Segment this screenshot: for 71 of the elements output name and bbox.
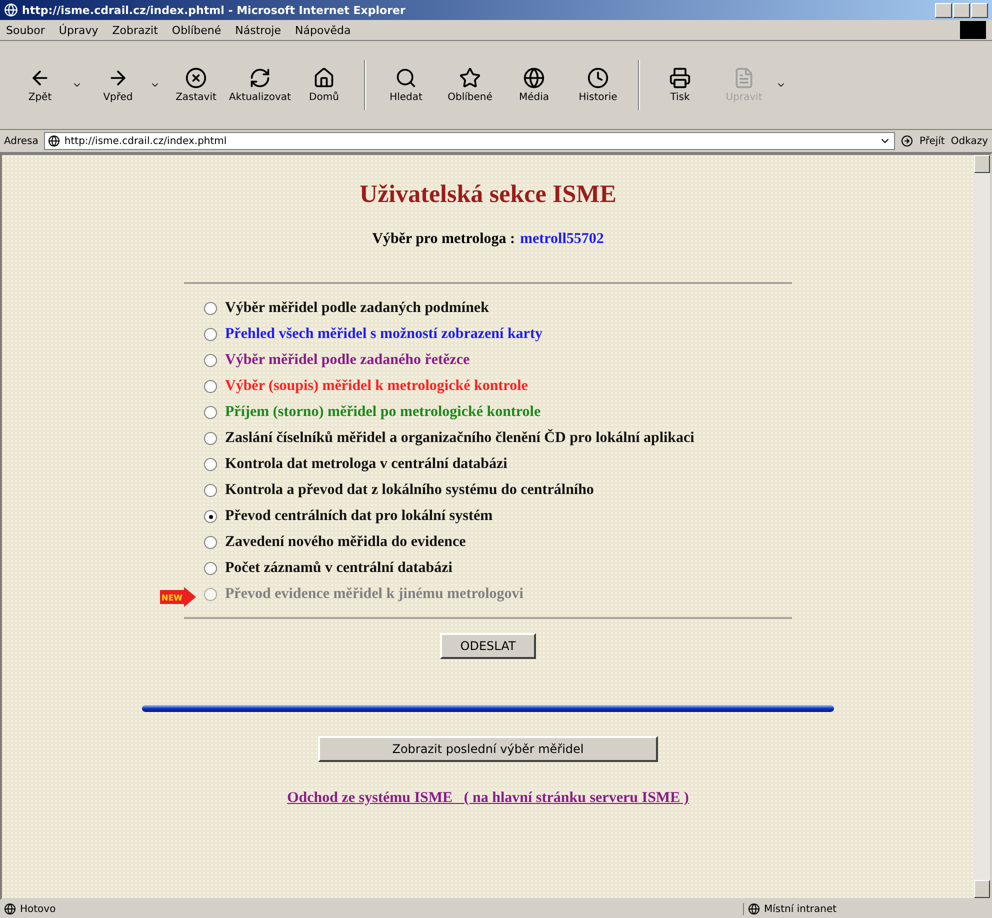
toolbar-button[interactable]: Zpět bbox=[8, 67, 72, 103]
home-icon bbox=[313, 67, 335, 89]
maximize-button[interactable] bbox=[953, 2, 970, 18]
address-field[interactable]: http://isme.cdrail.cz/index.phtml bbox=[44, 132, 896, 150]
minimize-button[interactable] bbox=[935, 2, 952, 18]
globe-icon bbox=[523, 67, 545, 89]
window-title: http://isme.cdrail.cz/index.phtml - Microsoft Internet Explorer bbox=[22, 4, 406, 16]
radio-button[interactable] bbox=[204, 536, 217, 549]
browser-icon bbox=[4, 3, 18, 17]
option-label: Příjem (storno) měřidel po metrologické kontrole bbox=[225, 404, 541, 421]
radio-button[interactable] bbox=[204, 484, 217, 497]
option-label: Převod centrálních dat pro lokální systém bbox=[225, 508, 493, 525]
option-label: Zaslání číselníků měřidel a organizačního členění ČD pro lokální aplikaci bbox=[225, 430, 694, 447]
scrollbar[interactable] bbox=[974, 155, 990, 898]
menu-item[interactable]: Soubor bbox=[6, 24, 45, 36]
option-label: Výběr měřidel podle zadaného řetězce bbox=[225, 352, 470, 369]
page-icon bbox=[48, 135, 60, 147]
star-icon bbox=[459, 67, 481, 89]
toolbar-button[interactable]: Média bbox=[502, 67, 566, 103]
toolbar-button[interactable]: Hledat bbox=[374, 67, 438, 103]
page-heading: Uživatelská sekce ISME bbox=[360, 181, 616, 209]
refresh-icon bbox=[249, 67, 271, 89]
printer-icon bbox=[669, 67, 691, 89]
option-label: Zavedení nového měřidla do evidence bbox=[225, 534, 466, 551]
option-label: Přehled všech měřidel s možností zobrazení karty bbox=[225, 326, 542, 343]
toolbar-button[interactable]: Aktualizovat bbox=[228, 67, 292, 103]
address-label: Adresa bbox=[4, 136, 38, 146]
radio-button[interactable] bbox=[204, 380, 217, 393]
search-icon bbox=[395, 67, 417, 89]
go-icon bbox=[901, 135, 914, 147]
close-button[interactable] bbox=[971, 2, 988, 18]
radio-button[interactable] bbox=[204, 354, 217, 367]
submit-button[interactable]: ODESLAT bbox=[440, 633, 536, 659]
radio-button[interactable] bbox=[204, 562, 217, 575]
toolbar-button[interactable]: Vpřed bbox=[86, 67, 150, 103]
subtitle-label: Výběr pro metrologa : bbox=[372, 231, 516, 248]
radio-button[interactable] bbox=[204, 510, 217, 523]
zone-text: Místní intranet bbox=[764, 904, 837, 914]
toolbar-button[interactable]: Domů bbox=[292, 67, 356, 103]
toolbar-button[interactable]: Historie bbox=[566, 67, 630, 103]
links-button[interactable]: Odkazy bbox=[950, 136, 988, 146]
stop-icon bbox=[185, 67, 207, 89]
menu-item[interactable]: Nástroje bbox=[235, 24, 282, 36]
option-label: Kontrola dat metrologa v centrální databázi bbox=[225, 456, 508, 473]
toolbar-button[interactable]: Zastavit bbox=[164, 67, 228, 103]
option-label: Převod evidence měřidel k jinému metrologovi bbox=[225, 586, 524, 603]
page-icon bbox=[4, 903, 16, 915]
option-label: Výběr měřidel podle zadaných podmínek bbox=[225, 300, 489, 317]
option-label: Kontrola a převod dat z lokálního systému do centrálního bbox=[225, 482, 594, 499]
last-selection-button[interactable]: Zobrazit poslední výběr měřidel bbox=[318, 736, 658, 762]
toolbar-button[interactable]: Tisk bbox=[648, 67, 712, 103]
go-button[interactable]: Přejít bbox=[919, 136, 945, 146]
menu-item[interactable]: Nápověda bbox=[295, 24, 351, 36]
radio-button[interactable] bbox=[204, 432, 217, 445]
radio-button[interactable] bbox=[204, 302, 217, 315]
radio-button[interactable] bbox=[204, 328, 217, 341]
menu-item[interactable]: Úpravy bbox=[58, 24, 98, 36]
toolbar-button[interactable]: Oblíbené bbox=[438, 67, 502, 103]
radio-button[interactable] bbox=[204, 406, 217, 419]
logout-link[interactable]: Odchod ze systému ISME ( na hlavní stránku serveru ISME ) bbox=[287, 790, 689, 807]
radio-button[interactable] bbox=[204, 458, 217, 471]
new-arrow-badge: NEW bbox=[160, 587, 196, 607]
user-name: metroll55702 bbox=[520, 231, 604, 248]
status-text: Hotovo bbox=[20, 904, 56, 914]
network-icon bbox=[748, 903, 760, 915]
menu-item[interactable]: Oblíbené bbox=[172, 24, 222, 36]
document-icon bbox=[733, 67, 755, 89]
clock-icon bbox=[587, 67, 609, 89]
option-label: Výběr (soupis) měřidel k metrologické kontrole bbox=[225, 378, 528, 395]
menu-item[interactable]: Zobrazit bbox=[112, 24, 158, 36]
option-label: Počet záznamů v centrální databázi bbox=[225, 560, 452, 577]
